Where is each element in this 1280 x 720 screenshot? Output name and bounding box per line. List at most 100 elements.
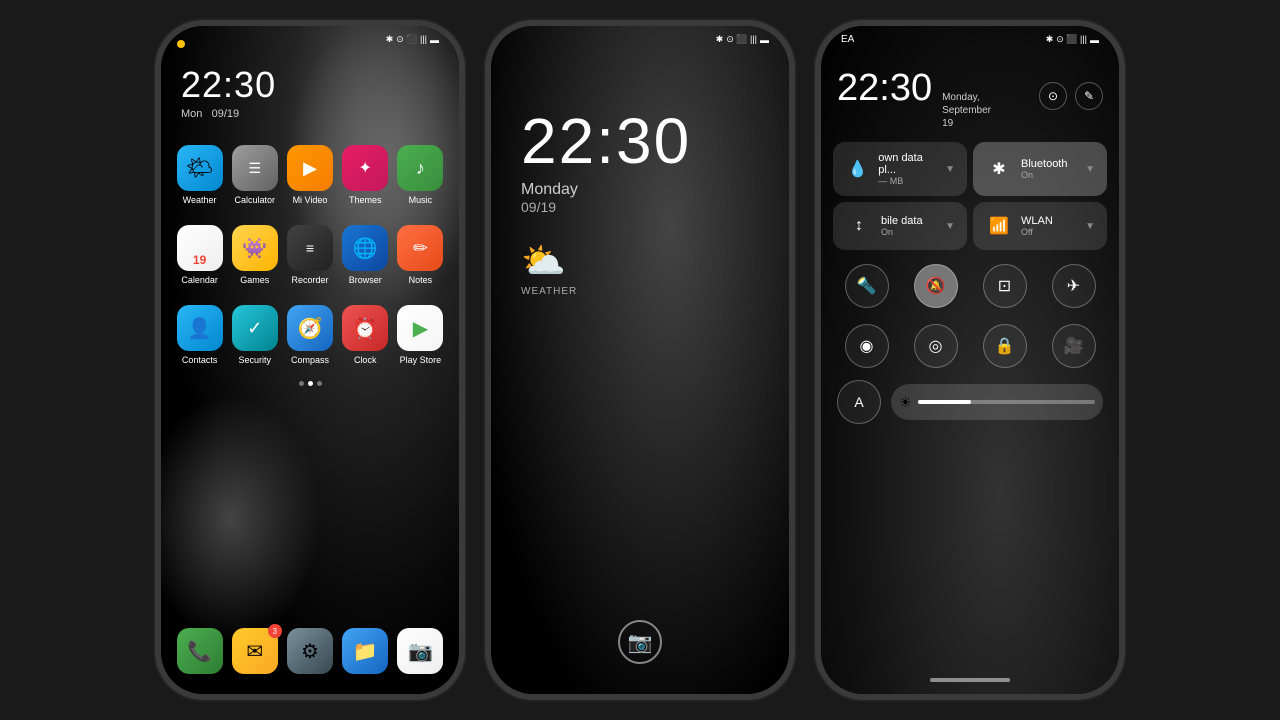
qs-edit-icons: ⊙ ✎: [1039, 82, 1103, 110]
bluetooth-icon-3: ✱: [1046, 34, 1054, 45]
app-recorder[interactable]: ≡ Recorder: [286, 225, 333, 285]
app-calendar[interactable]: 19 Calendar: [176, 225, 223, 285]
app-clock[interactable]: ⏰ Clock: [342, 305, 389, 365]
mivideo-icon: ▶: [287, 145, 333, 191]
home-date-num: 09/19: [212, 108, 240, 120]
signal-icons-1: ⊙ ⬛ |||: [396, 34, 427, 45]
qs-tile-wlan[interactable]: 📶 WLAN Off ▼: [973, 202, 1107, 250]
status-icons-1: ✱ ⊙ ⬛ ||| ▬: [386, 34, 439, 45]
app-notes[interactable]: ✏ Notes: [397, 225, 444, 285]
weather-icon: 🌤: [177, 145, 223, 191]
camera-icon: 📷: [397, 628, 443, 674]
battery-icon-2: ▬: [760, 35, 769, 45]
flashlight-button[interactable]: 🔦: [845, 264, 889, 308]
dot-2: [308, 381, 313, 386]
app-playstore[interactable]: ▶ Play Store: [397, 305, 444, 365]
lock-day-display: Monday: [521, 181, 759, 199]
qs-tile-bluetooth[interactable]: ✱ Bluetooth On ▼: [973, 142, 1107, 196]
bluetooth-tile-text: Bluetooth On: [1021, 158, 1067, 180]
app-contacts[interactable]: 👤 Contacts: [176, 305, 223, 365]
home-date: Mon 09/19: [181, 108, 439, 120]
qs-header: 22:30 Monday, September 19 ⊙ ✎: [821, 49, 1119, 134]
phone2: 00:00 ✱ ⊙ ⬛ ||| ▬ 22:30 Monday 09/19 ⛅ W…: [485, 20, 795, 700]
dot-1: [299, 381, 304, 386]
app-mivideo[interactable]: ▶ Mi Video: [286, 145, 333, 205]
app-games[interactable]: 👾 Games: [231, 225, 278, 285]
status-bar-1: 22:30 ✱ ⊙ ⬛ ||| ▬: [161, 26, 459, 49]
clock-icon: ⏰: [342, 305, 388, 351]
video-button[interactable]: 🎥: [1052, 324, 1096, 368]
app-calculator[interactable]: ☰ Calculator: [231, 145, 278, 205]
dock-phone[interactable]: 📞: [176, 628, 223, 674]
qs-tile-data[interactable]: 💧 own data pl... — MB ▼: [833, 142, 967, 196]
battery-icon-3: ▬: [1090, 35, 1099, 45]
lock-date-display: 09/19: [521, 199, 759, 215]
music-icon: ♪: [397, 145, 443, 191]
data-tile-arrow: ▼: [945, 164, 955, 175]
status-bar-2: 00:00 ✱ ⊙ ⬛ ||| ▬: [491, 26, 789, 49]
app-music[interactable]: ♪ Music: [397, 145, 444, 205]
recorder-icon: ≡: [287, 225, 333, 271]
wlan-tile-arrow: ▼: [1085, 221, 1095, 232]
lock-camera-button[interactable]: 📷: [618, 620, 662, 664]
mobile-tile-arrow: ▼: [945, 221, 955, 232]
notes-icon: ✏: [397, 225, 443, 271]
phone1: 22:30 ✱ ⊙ ⬛ ||| ▬ 22:30 Mon 09/19: [155, 20, 465, 700]
weather-text-label: WEATHER: [521, 286, 577, 297]
data-tile-icon: 💧: [845, 155, 870, 183]
qs-edit-icon[interactable]: ✎: [1075, 82, 1103, 110]
status-bar-3: EA ✱ ⊙ ⬛ ||| ▬: [821, 26, 1119, 49]
data-tile-title: own data pl...: [878, 152, 937, 176]
lock-weather-widget: ⛅ WEATHER: [491, 225, 789, 312]
lockscreen-button[interactable]: 🔒: [983, 324, 1027, 368]
dock-camera[interactable]: 📷: [397, 628, 444, 674]
bluetooth-icon-2: ✱: [716, 34, 724, 45]
phone3-screen: EA ✱ ⊙ ⬛ ||| ▬ 22:30 Monday, September 1…: [821, 26, 1119, 694]
lock-time-section: 22:30 Monday 09/19: [491, 49, 789, 225]
brightness-slider[interactable]: ☀: [891, 384, 1103, 420]
qs-user-label: EA: [841, 34, 854, 45]
compass-label: Compass: [291, 355, 329, 365]
silent-button[interactable]: 🔕: [914, 264, 958, 308]
app-themes[interactable]: ✦ Themes: [342, 145, 389, 205]
dock-files[interactable]: 📁: [342, 628, 389, 674]
qs-settings-icon[interactable]: ⊙: [1039, 82, 1067, 110]
dock-mail[interactable]: ✉ 3: [231, 628, 278, 674]
app-security[interactable]: ✓ Security: [231, 305, 278, 365]
time-widget-1: 22:30 Mon 09/19: [161, 49, 459, 125]
app-grid-row2: 19 Calendar 👾 Games ≡ Recorder 🌐 Browser…: [161, 215, 459, 295]
themes-icon: ✦: [342, 145, 388, 191]
mobile-tile-icon: ↕: [845, 212, 873, 240]
browser-label: Browser: [349, 275, 382, 285]
brightness-sun-icon: ☀: [899, 394, 912, 411]
qs-tile-mobile[interactable]: ↕ bile data On ▼: [833, 202, 967, 250]
calendar-icon: 19: [177, 225, 223, 271]
settings-icon: ⚙: [287, 628, 333, 674]
home-time: 22:30: [181, 64, 439, 106]
app-compass[interactable]: 🧭 Compass: [286, 305, 333, 365]
qs-date-col: Monday, September 19: [942, 91, 1029, 130]
games-icon: 👾: [232, 225, 278, 271]
battery-icon-1: ▬: [430, 35, 439, 45]
home-day: Mon: [181, 108, 202, 120]
screenshot-button[interactable]: ⊡: [983, 264, 1027, 308]
mail-icon: ✉ 3: [232, 628, 278, 674]
mivideo-label: Mi Video: [293, 195, 328, 205]
status-icons-3: ✱ ⊙ ⬛ ||| ▬: [1046, 34, 1099, 45]
bluetooth-tile-title: Bluetooth: [1021, 158, 1067, 170]
dot-3: [317, 381, 322, 386]
app-browser[interactable]: 🌐 Browser: [342, 225, 389, 285]
calculator-icon: ☰: [232, 145, 278, 191]
location-button[interactable]: ◎: [914, 324, 958, 368]
auto-brightness-button[interactable]: A: [837, 380, 881, 424]
autorotate-button[interactable]: ◉: [845, 324, 889, 368]
wlan-tile-title: WLAN: [1021, 215, 1053, 227]
app-weather[interactable]: 🌤 Weather: [176, 145, 223, 205]
bluetooth-tile-icon: ✱: [985, 155, 1013, 183]
dock-settings[interactable]: ⚙: [286, 628, 333, 674]
qs-date-line1: Monday, September: [942, 91, 1029, 117]
mobile-tile-title: bile data: [881, 215, 923, 227]
bluetooth-icon-1: ✱: [386, 34, 394, 45]
airplane-button[interactable]: ✈: [1052, 264, 1096, 308]
bluetooth-tile-arrow: ▼: [1085, 164, 1095, 175]
